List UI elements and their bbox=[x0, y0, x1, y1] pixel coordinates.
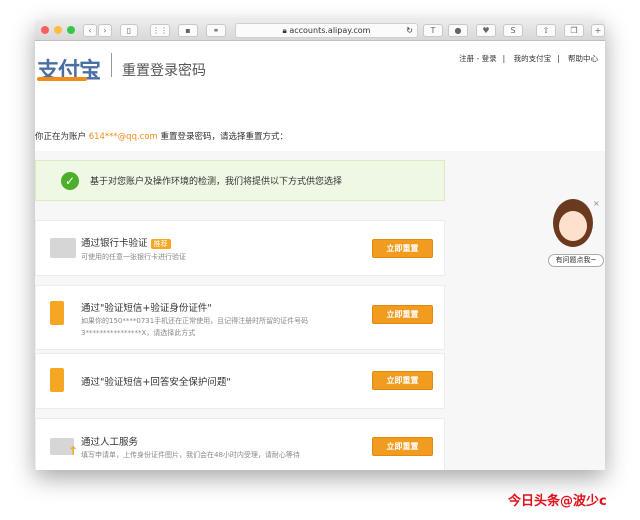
tabs-icon[interactable]: ❐ bbox=[564, 24, 584, 37]
method-sms-id: 通过"验证短信+验证身份证件" 如果你的150****0731手机还在正常使用，… bbox=[35, 285, 445, 350]
nav-register-login[interactable]: 注册 - 登录 bbox=[459, 54, 496, 63]
phone-icon bbox=[50, 301, 64, 325]
forward-icon[interactable]: › bbox=[98, 24, 112, 37]
address-bar[interactable]: 🔒︎ accounts.alipay.com ↻ bbox=[235, 23, 418, 38]
close-window-button[interactable] bbox=[41, 26, 49, 34]
zoom-button[interactable] bbox=[67, 26, 75, 34]
extension-button[interactable]: S bbox=[503, 24, 523, 37]
watermark: 今日头条@波少c bbox=[508, 494, 607, 509]
page-title: 重置登录密码 bbox=[122, 63, 206, 79]
reset-button[interactable]: 立即重置 bbox=[372, 305, 433, 324]
nav-help-center[interactable]: 帮助中心 bbox=[568, 54, 598, 63]
help-assistant: × 有问题点我~ bbox=[548, 199, 605, 271]
close-icon[interactable]: × bbox=[593, 199, 600, 208]
assistant-avatar[interactable] bbox=[553, 199, 593, 247]
check-icon: ✓ bbox=[61, 172, 79, 190]
sidebar-icon[interactable]: ▯ bbox=[120, 24, 138, 37]
link-icon[interactable]: ⚭ bbox=[206, 24, 226, 37]
adblock-icon[interactable]: ● bbox=[448, 24, 468, 37]
grid-icon[interactable]: ⋮⋮ bbox=[150, 24, 170, 37]
method-bank-card: 通过银行卡验证 推荐 可使用的任意一张银行卡进行验证 立即重置 bbox=[35, 220, 445, 276]
phone-icon bbox=[50, 368, 64, 392]
help-button[interactable]: 有问题点我~ bbox=[548, 254, 604, 267]
top-nav: 注册 - 登录 | 我的支付宝 | 帮助中心 bbox=[459, 54, 598, 63]
reset-button[interactable]: 立即重置 bbox=[372, 437, 433, 456]
page-content: 支付宝 重置登录密码 注册 - 登录 | 我的支付宝 | 帮助中心 你正在为账户 6… bbox=[35, 41, 605, 470]
reset-button[interactable]: 立即重置 bbox=[372, 239, 433, 258]
upload-id-icon: ↑ bbox=[50, 438, 78, 458]
reader-icon[interactable]: ▪ bbox=[178, 24, 198, 37]
pocket-icon[interactable]: ♥ bbox=[476, 24, 496, 37]
share-icon[interactable]: ⇧ bbox=[536, 24, 556, 37]
browser-window: ‹ › ▯ ⋮⋮ ▪ ⚭ 🔒︎ accounts.alipay.com ↻ T ●… bbox=[35, 20, 605, 470]
divider bbox=[111, 53, 112, 77]
new-tab-button[interactable]: + bbox=[591, 24, 605, 37]
reset-button[interactable]: 立即重置 bbox=[372, 371, 433, 390]
recommended-badge: 推荐 bbox=[150, 239, 171, 249]
translate-icon[interactable]: T bbox=[423, 24, 443, 37]
notice-box: ✓ 基于对您账户及操作环境的检测，我们将提供以下方式供您选择 bbox=[35, 160, 445, 201]
alipay-logo[interactable]: 支付宝 bbox=[37, 53, 101, 85]
back-icon[interactable]: ‹ bbox=[83, 24, 97, 37]
minimize-button[interactable] bbox=[54, 26, 62, 34]
method-sms-question: 通过"验证短信+回答安全保护问题" 立即重置 bbox=[35, 353, 445, 409]
nav-my-alipay[interactable]: 我的支付宝 bbox=[514, 54, 552, 63]
reload-icon[interactable]: ↻ bbox=[406, 24, 413, 37]
bank-card-icon bbox=[50, 238, 76, 258]
account-info: 你正在为账户 614***@qq.com 重置登录密码，请选择重置方式： bbox=[35, 132, 289, 142]
method-manual-service: ↑ 通过人工服务 填写申请单，上传身份证件图片，我们会在48小时内受理，请耐心等… bbox=[35, 418, 445, 470]
browser-toolbar: ‹ › ▯ ⋮⋮ ▪ ⚭ 🔒︎ accounts.alipay.com ↻ T ●… bbox=[35, 20, 605, 41]
